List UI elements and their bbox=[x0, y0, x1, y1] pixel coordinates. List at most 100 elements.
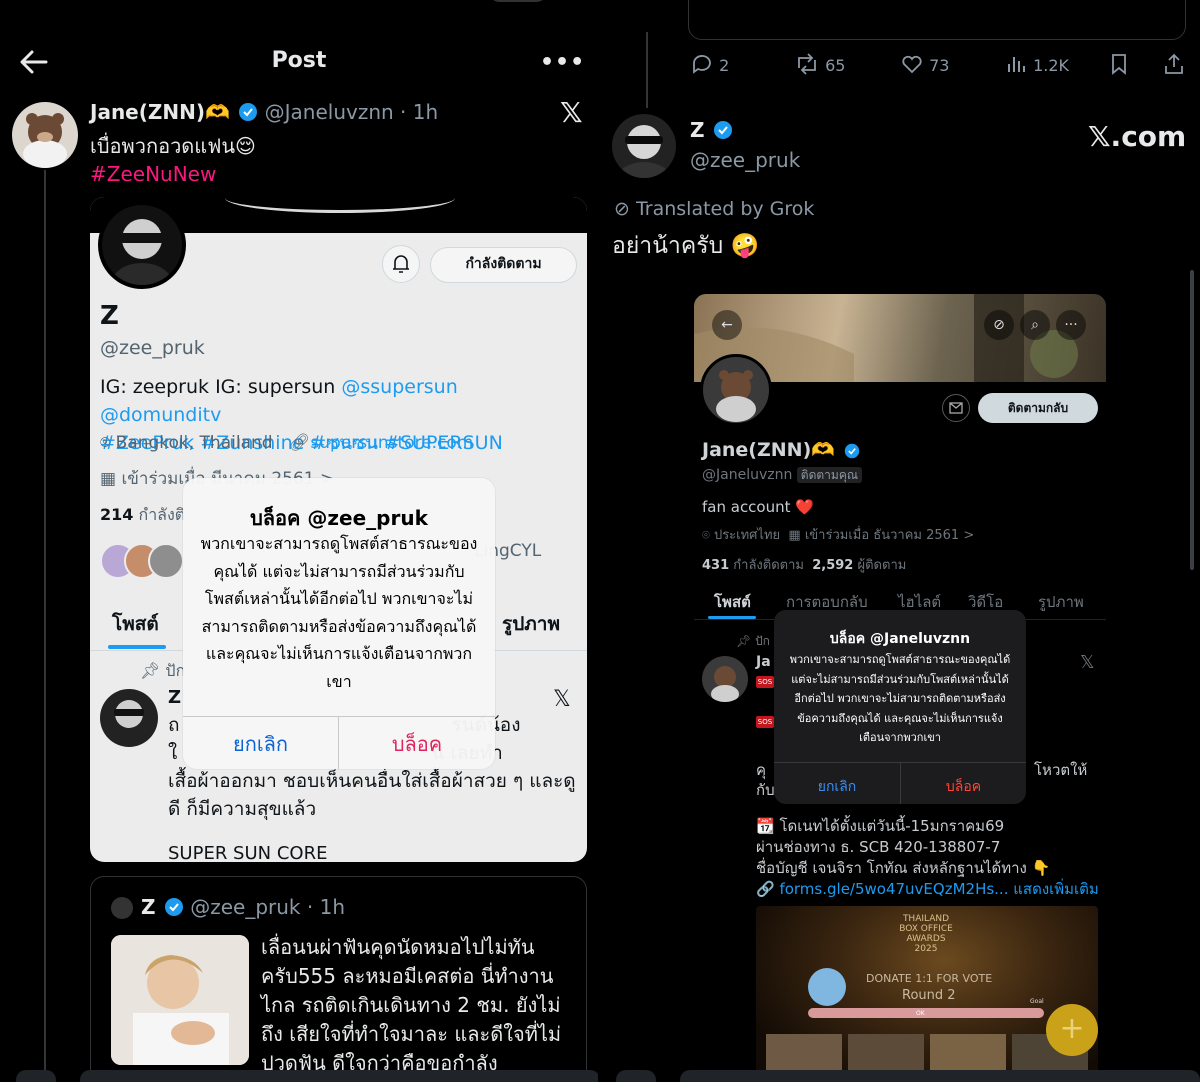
author-name[interactable]: Jane(ZNN)🫶 bbox=[90, 100, 230, 124]
cancel-button[interactable]: ยกเลิก bbox=[774, 776, 900, 798]
author-handle[interactable]: @zee_pruk bbox=[690, 148, 800, 172]
show-more-link[interactable]: แสดงเพิ่มเติม bbox=[1013, 880, 1099, 898]
author-avatar[interactable] bbox=[12, 102, 78, 168]
block-dialog: บล็อค @Janeluvznn พวกเขาจะสามารถดูโพสต์ส… bbox=[774, 610, 1026, 804]
follow-back-button[interactable]: ติดตามกลับ bbox=[978, 393, 1098, 423]
tab-posts[interactable]: โพสต์ bbox=[112, 609, 159, 639]
profile-handle: @Janeluvznn bbox=[702, 467, 793, 483]
post-line: ดี ก็มีความสุขแล้ว bbox=[168, 798, 317, 820]
followers-label: ผู้ติดตาม bbox=[857, 558, 907, 573]
count-number: 214 bbox=[100, 505, 134, 524]
pinned-label: 📌︎ ปัก bbox=[140, 659, 185, 684]
mail-icon[interactable] bbox=[942, 394, 970, 422]
left-post-panel: Post ••• Jane(ZNN)🫶 @Janeluvznn · 1h 𝕏 เ… bbox=[0, 0, 598, 1082]
profile-name-row: Jane(ZNN)🫶 bbox=[702, 438, 860, 461]
tab-media[interactable]: รูปภาพ bbox=[502, 609, 560, 639]
quote-image[interactable] bbox=[111, 935, 249, 1065]
block-button[interactable]: บล็อค bbox=[339, 728, 495, 760]
calendar-icon: ▦ bbox=[100, 469, 122, 489]
pin-icon: 📌︎ bbox=[736, 634, 756, 648]
more-icon[interactable]: ••• bbox=[540, 50, 585, 75]
quoted-post[interactable]: Z @zee_pruk · 1h เลื่อนนผ่าฟันคุดนัดหมอไ… bbox=[90, 876, 587, 1082]
profile-name: Jane(ZNN)🫶 bbox=[702, 439, 835, 461]
thread-line bbox=[646, 32, 648, 108]
tab-posts[interactable]: โพสต์ bbox=[714, 590, 751, 614]
notify-bell-button[interactable] bbox=[382, 245, 420, 283]
calendar-icon: ▦ bbox=[788, 528, 805, 543]
search-icon[interactable]: ⌕ bbox=[1020, 310, 1050, 340]
repost-count: 65 bbox=[825, 56, 846, 75]
profile-handle-row: @Janeluvznn ติดตามคุณ bbox=[702, 466, 862, 485]
right-post-panel: 2 65 73 1.2K Z @zee_pruk 𝕏.com ⊘ Transla… bbox=[600, 0, 1200, 1082]
pinned-label: 📌︎ ปัก bbox=[736, 632, 770, 651]
thread-line bbox=[44, 170, 46, 1082]
following-button[interactable]: กำลังติดตาม bbox=[430, 247, 577, 283]
more-icon[interactable]: ··· bbox=[1056, 310, 1086, 340]
like-action[interactable]: 73 bbox=[900, 52, 949, 76]
form-link[interactable]: 🔗 forms.gle/5wo47uvEQzM2Hs... bbox=[756, 880, 1008, 898]
profile-counts: 431 กำลังติดตาม 2,592 ผู้ติดตาม bbox=[702, 554, 906, 575]
tab-media[interactable]: รูปภาพ bbox=[1038, 590, 1084, 614]
location-icon: ⌾ bbox=[100, 433, 116, 453]
vote-poster-image[interactable]: THAILAND BOX OFFICE AWARDS 2025 DONATE 1… bbox=[756, 906, 1098, 1082]
dialog-message: พวกเขาจะสามารถดูโพสต์สาธารณะของคุณได้ แต… bbox=[789, 653, 1011, 744]
post-fragment: กับ bbox=[756, 781, 775, 799]
post-text: เบื่อพวกอวดแฟน😌 #ZeeNuNew bbox=[90, 132, 256, 188]
pinned-text: ปัก bbox=[755, 634, 770, 648]
post-time: · 1h bbox=[400, 100, 439, 124]
profile-location: ประเทศไทย bbox=[713, 528, 781, 543]
verified-icon bbox=[714, 121, 733, 139]
bio-text: IG: zeepruk IG: supersun bbox=[100, 376, 342, 398]
sos-badge: SOS bbox=[756, 676, 774, 688]
count-label: กำลังติ bbox=[138, 505, 186, 524]
translated-label[interactable]: ⊘ Translated by Grok bbox=[614, 198, 814, 220]
x-logo-icon: 𝕏 bbox=[553, 687, 571, 712]
reply-bar-stub[interactable] bbox=[680, 1070, 1200, 1082]
compose-plus-button[interactable]: + bbox=[1046, 1004, 1098, 1056]
repost-action[interactable]: 65 bbox=[794, 52, 845, 76]
views-count: 1.2K bbox=[1033, 56, 1070, 75]
dialog-divider bbox=[183, 716, 495, 717]
author-handle[interactable]: @Janeluvznn bbox=[265, 100, 394, 124]
followers-avatars bbox=[100, 543, 184, 583]
profile-handle: @zee_pruk bbox=[100, 337, 205, 359]
verified-icon bbox=[844, 443, 859, 459]
post-fragment: โหวตให้ bbox=[1034, 761, 1088, 779]
repost-icon bbox=[798, 53, 816, 75]
profile-website[interactable]: supersunstore.com bbox=[310, 433, 473, 453]
author-avatar[interactable] bbox=[612, 114, 676, 178]
following-label: กำลังติดตาม bbox=[733, 558, 804, 573]
poster-goal: Goal bbox=[1030, 998, 1044, 1005]
bookmark-icon[interactable] bbox=[1108, 52, 1130, 76]
translate-icon: ⊘ bbox=[614, 198, 636, 220]
previous-card bbox=[688, 0, 1186, 40]
dialog-title: บล็อค @Janeluvznn bbox=[829, 631, 971, 647]
post-text-line: เบื่อพวกอวดแฟน😌 bbox=[90, 134, 256, 158]
bottom-avatar-stub bbox=[616, 1070, 656, 1082]
post-line: เสื้อผ้าออกมา ชอบเห็นคนอื่นใส่เสื้อผ้าสว… bbox=[168, 770, 576, 792]
reply-action[interactable]: 2 bbox=[690, 52, 729, 76]
post-tail: SUPER SUN CORE bbox=[168, 843, 328, 862]
post-author: Z bbox=[168, 687, 182, 708]
x-logo-icon: 𝕏 bbox=[560, 96, 583, 129]
verified-icon bbox=[164, 898, 183, 916]
dialog-message: พวกเขาจะสามารถดูโพสต์สาธารณะของคุณได้ แต… bbox=[200, 534, 478, 691]
reply-bar-stub[interactable] bbox=[80, 1070, 598, 1082]
hashtag-link[interactable]: #ZeeNuNew bbox=[90, 160, 256, 188]
back-arrow-icon[interactable]: ← bbox=[712, 310, 742, 340]
share-icon[interactable] bbox=[1162, 52, 1186, 76]
follows-you-badge: ติดตามคุณ bbox=[796, 467, 862, 483]
block-button[interactable]: บล็อค bbox=[901, 776, 1026, 798]
like-count: 73 bbox=[929, 56, 950, 75]
active-tab-indicator bbox=[708, 616, 756, 619]
cancel-button[interactable]: ยกเลิก bbox=[183, 728, 338, 760]
pin-icon: 📌︎ bbox=[140, 661, 166, 680]
post-line: ชื่อบัญชี เจนจิรา โกทัณ ส่งหลักฐานได้ทาง… bbox=[756, 859, 1051, 877]
author-name[interactable]: Z bbox=[690, 118, 705, 142]
post-actions: 2 65 73 1.2K bbox=[690, 52, 1190, 82]
poster-mascot bbox=[808, 968, 846, 1006]
pinned-post-body: 📆 โดเนทได้ตั้งแต่วันนี้-15มกราคม69 ผ่านช… bbox=[756, 816, 1100, 900]
scrollbar[interactable] bbox=[1190, 270, 1194, 570]
views-action[interactable]: 1.2K bbox=[1004, 52, 1069, 76]
grok-icon[interactable]: ⊘ bbox=[984, 310, 1014, 340]
